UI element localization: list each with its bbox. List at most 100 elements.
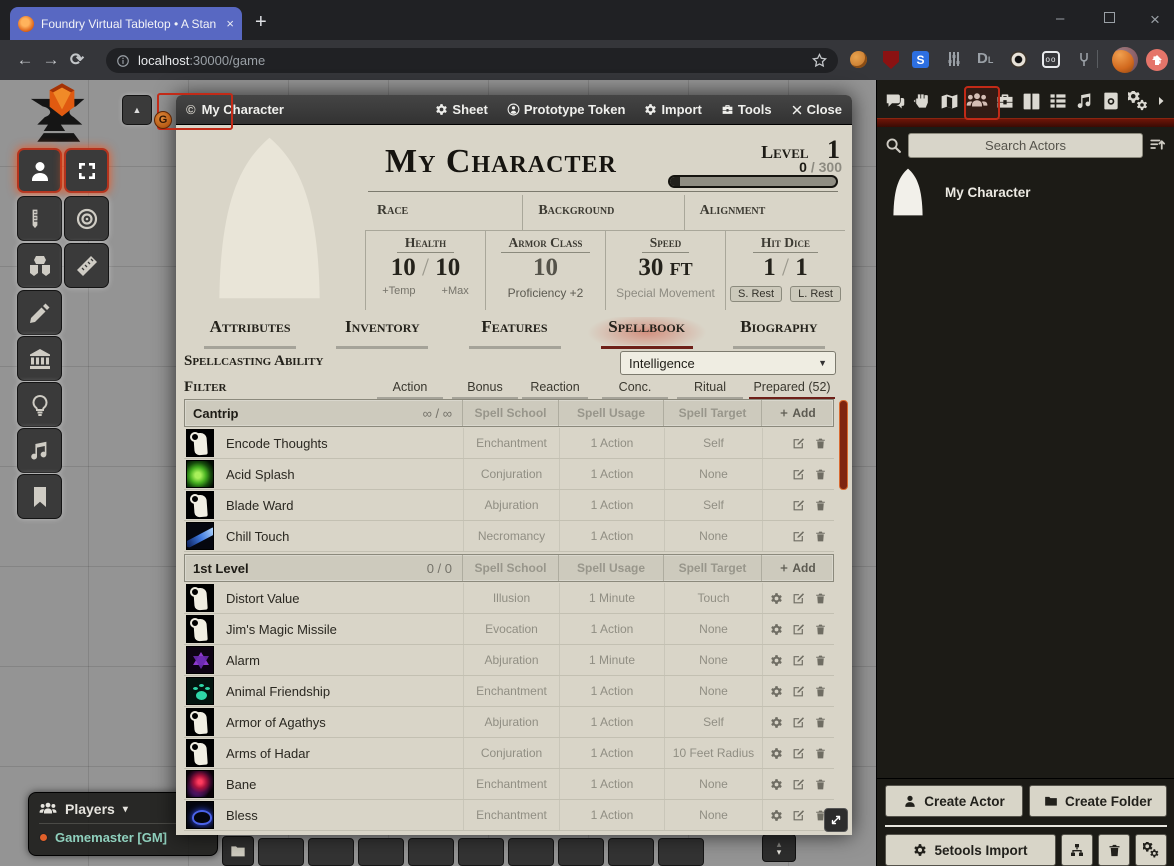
ac-value[interactable]: 10 xyxy=(533,253,558,283)
macro-slot[interactable] xyxy=(358,838,404,866)
spell-image[interactable] xyxy=(186,491,214,519)
character-portrait[interactable] xyxy=(176,125,362,310)
spell-name[interactable]: Animal Friendship xyxy=(220,684,463,699)
compendium-icon[interactable] xyxy=(1101,91,1121,111)
spell-name[interactable]: Blade Ward xyxy=(220,498,463,513)
spell-image[interactable] xyxy=(186,739,214,767)
hd-current[interactable]: 1 xyxy=(763,254,776,281)
delete-spell-icon[interactable] xyxy=(814,716,827,729)
delete-all-button[interactable] xyxy=(1098,834,1130,866)
edit-spell-icon[interactable] xyxy=(792,685,805,698)
spell-row[interactable]: Distort Value Illusion 1 Minute Touch xyxy=(184,583,834,614)
use-spell-icon[interactable] xyxy=(770,716,783,729)
macro-slot[interactable] xyxy=(308,838,354,866)
fork-extension-icon[interactable] xyxy=(1075,50,1095,70)
edit-spell-icon[interactable] xyxy=(792,654,805,667)
tab-features[interactable]: Features xyxy=(448,317,580,345)
spell-name[interactable]: Arms of Hadar xyxy=(220,746,463,761)
sheet-titlebar[interactable]: © My Character Sheet Prototype Token Imp… xyxy=(176,95,852,125)
xp-text[interactable]: 0 / 300 xyxy=(799,159,842,175)
spell-row[interactable]: Animal Friendship Enchantment 1 Action N… xyxy=(184,676,834,707)
spell-row[interactable]: Encode Thoughts Enchantment 1 Action Sel… xyxy=(184,428,834,459)
long-rest-button[interactable]: L. Rest xyxy=(790,286,841,302)
close-window-button[interactable]: Close xyxy=(791,102,842,117)
tile-ruler-tool[interactable] xyxy=(64,243,109,288)
sheet-config-button[interactable]: Sheet xyxy=(435,102,487,117)
scrollbar-thumb[interactable] xyxy=(839,400,848,490)
spell-image[interactable] xyxy=(186,708,214,736)
tab-attributes[interactable]: Attributes xyxy=(184,317,316,345)
actor-avatar[interactable] xyxy=(887,167,929,217)
settings-cogs-icon[interactable] xyxy=(1128,91,1149,112)
d-extension-icon[interactable]: DL xyxy=(977,50,997,70)
spell-image[interactable] xyxy=(186,460,214,488)
edit-spell-icon[interactable] xyxy=(792,623,805,636)
alignment-field[interactable]: Alignment xyxy=(685,195,845,230)
window-maximize-button[interactable] xyxy=(1104,12,1115,26)
spell-name[interactable]: Chill Touch xyxy=(220,529,463,544)
ublock-extension-icon[interactable] xyxy=(881,50,901,70)
bookmark-star-icon[interactable] xyxy=(811,52,828,69)
spell-row[interactable]: Bane Enchantment 1 Action None xyxy=(184,769,834,800)
section-slots[interactable]: 0 / 0 xyxy=(427,561,462,576)
add-spell-button[interactable]: Add xyxy=(761,555,833,581)
filter-prepared[interactable]: Prepared (52) xyxy=(749,380,835,399)
section-slots[interactable]: ∞ / ∞ xyxy=(423,406,462,421)
scenes-map-icon[interactable] xyxy=(939,91,960,112)
spell-row[interactable]: Armor of Agathys Abjuration 1 Action Sel… xyxy=(184,707,834,738)
spellcasting-ability-select[interactable]: Intelligence ▼ xyxy=(620,351,836,375)
edit-spell-icon[interactable] xyxy=(792,809,805,822)
delete-spell-icon[interactable] xyxy=(814,747,827,760)
delete-spell-icon[interactable] xyxy=(814,685,827,698)
window-close-button[interactable]: × xyxy=(1150,10,1160,30)
tiles-tool[interactable] xyxy=(17,243,62,288)
macro-slot[interactable] xyxy=(408,838,454,866)
spell-row[interactable]: Chill Touch Necromancy 1 Action None xyxy=(184,521,834,552)
reload-button[interactable]: ⟳ xyxy=(64,50,90,70)
delete-spell-icon[interactable] xyxy=(814,437,827,450)
spell-name[interactable]: Armor of Agathys xyxy=(220,715,463,730)
spell-row[interactable]: Bless Enchantment 1 Action None xyxy=(184,800,834,831)
tab-biography[interactable]: Biography xyxy=(713,317,845,345)
select-targets-tool[interactable] xyxy=(64,148,109,193)
back-button[interactable]: ← xyxy=(12,50,38,70)
hd-max[interactable]: 1 xyxy=(795,254,808,281)
create-folder-button[interactable]: Create Folder xyxy=(1029,785,1167,817)
delete-spell-icon[interactable] xyxy=(814,778,827,791)
spell-image[interactable] xyxy=(186,429,214,457)
spell-name[interactable]: Bane xyxy=(220,777,463,792)
eye-extension-icon[interactable] xyxy=(1009,50,1029,70)
url-bar[interactable]: localhost:30000/game xyxy=(106,48,838,73)
spell-name[interactable]: Acid Splash xyxy=(220,467,463,482)
forward-button[interactable]: → xyxy=(38,50,64,70)
advanced-settings-button[interactable] xyxy=(1135,834,1167,866)
info-icon[interactable] xyxy=(116,54,130,68)
filter-ritual[interactable]: Ritual xyxy=(677,380,743,399)
spell-image[interactable] xyxy=(186,801,214,829)
edit-spell-icon[interactable] xyxy=(792,716,805,729)
filter-reaction[interactable]: Reaction xyxy=(522,380,588,399)
spell-name[interactable]: Distort Value xyxy=(220,591,463,606)
spell-image[interactable] xyxy=(186,584,214,612)
special-movement-label[interactable]: Special Movement xyxy=(616,286,715,300)
macro-folder-button[interactable] xyxy=(222,836,254,866)
sliders-extension-icon[interactable] xyxy=(945,50,965,70)
tables-list-icon[interactable] xyxy=(1048,91,1068,111)
delete-spell-icon[interactable] xyxy=(814,654,827,667)
update-browser-button[interactable] xyxy=(1146,49,1168,71)
character-name[interactable]: My Character xyxy=(385,143,617,181)
profile-avatar[interactable] xyxy=(1112,47,1138,73)
use-spell-icon[interactable] xyxy=(770,778,783,791)
use-spell-icon[interactable] xyxy=(770,654,783,667)
macro-slot[interactable] xyxy=(258,838,304,866)
spell-row[interactable]: Arms of Hadar Conjuration 1 Action 10 Fe… xyxy=(184,738,834,769)
spell-list-scrollbar[interactable] xyxy=(839,400,848,830)
add-spell-button[interactable]: Add xyxy=(761,400,833,426)
hp-max[interactable]: 10 xyxy=(435,254,460,281)
select-token-tool[interactable] xyxy=(17,148,62,193)
filter-concentration[interactable]: Conc. xyxy=(602,380,668,399)
hp-current[interactable]: 10 xyxy=(391,254,416,281)
spell-image[interactable] xyxy=(186,677,214,705)
journal-book-icon[interactable] xyxy=(1021,91,1042,112)
spell-row[interactable]: Alarm Abjuration 1 Minute None xyxy=(184,645,834,676)
